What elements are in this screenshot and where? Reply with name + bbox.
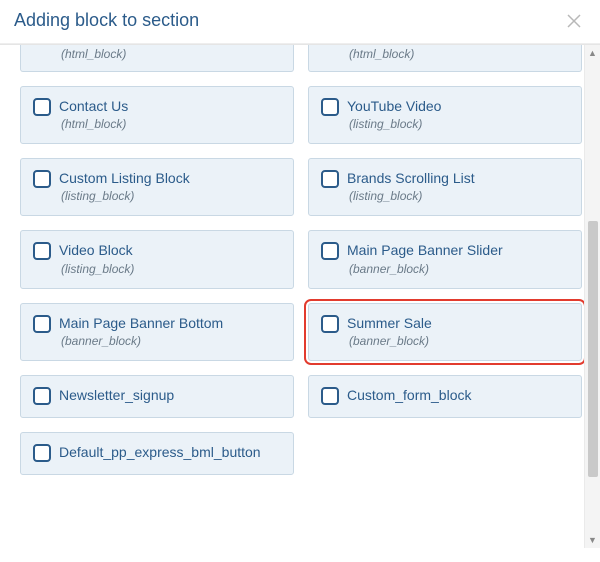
block-card[interactable]: (html_block) — [308, 45, 582, 72]
checkbox-icon[interactable] — [33, 170, 51, 188]
block-type: (listing_block) — [349, 117, 441, 131]
block-type: (banner_block) — [61, 334, 223, 348]
block-list-scroll: (html_block) (html_block) Contact Us (html_… — [0, 45, 584, 548]
checkbox-icon[interactable] — [33, 444, 51, 462]
block-card[interactable]: Custom_form_block — [308, 375, 582, 418]
block-text: Main Page Banner Slider (banner_block) — [347, 241, 503, 275]
block-text: (html_block) — [347, 45, 414, 61]
checkbox-icon[interactable] — [33, 242, 51, 260]
checkbox-icon[interactable] — [321, 98, 339, 116]
dialog-title: Adding block to section — [14, 10, 199, 31]
scrollbar-thumb[interactable] — [588, 221, 598, 477]
dialog-header: Adding block to section — [0, 0, 600, 44]
block-grid: (html_block) (html_block) Contact Us (html_… — [20, 45, 582, 475]
block-text: YouTube Video (listing_block) — [347, 97, 441, 131]
checkbox-icon[interactable] — [321, 242, 339, 260]
block-title: Brands Scrolling List — [347, 169, 475, 187]
block-title: Main Page Banner Slider — [347, 241, 503, 259]
scroll-down-icon[interactable]: ▼ — [585, 532, 600, 548]
block-title: Custom Listing Block — [59, 169, 190, 187]
block-title: Summer Sale — [347, 314, 432, 332]
block-type: (html_block) — [349, 47, 414, 61]
checkbox-icon[interactable] — [321, 387, 339, 405]
block-card[interactable]: Default_pp_express_bml_button — [20, 432, 294, 475]
block-title: Default_pp_express_bml_button — [59, 443, 261, 461]
block-text: Brands Scrolling List (listing_block) — [347, 169, 475, 203]
block-card[interactable]: (html_block) — [20, 45, 294, 72]
scroll-up-icon[interactable]: ▲ — [585, 45, 600, 61]
scrollbar[interactable]: ▲ ▼ — [584, 45, 600, 548]
block-card[interactable]: Video Block (listing_block) — [20, 230, 294, 288]
block-type: (listing_block) — [61, 262, 134, 276]
checkbox-icon[interactable] — [321, 170, 339, 188]
block-text: Summer Sale (banner_block) — [347, 314, 432, 348]
block-title: YouTube Video — [347, 97, 441, 115]
block-card[interactable]: Custom Listing Block (listing_block) — [20, 158, 294, 216]
block-text: Default_pp_express_bml_button — [59, 443, 261, 461]
block-title: Newsletter_signup — [59, 386, 174, 404]
block-text: Custom Listing Block (listing_block) — [59, 169, 190, 203]
block-text: Video Block (listing_block) — [59, 241, 134, 275]
block-text: Main Page Banner Bottom (banner_block) — [59, 314, 223, 348]
block-type: (html_block) — [61, 47, 126, 61]
block-type: (banner_block) — [349, 262, 503, 276]
block-card[interactable]: Main Page Banner Bottom (banner_block) — [20, 303, 294, 361]
block-card[interactable]: Contact Us (html_block) — [20, 86, 294, 144]
block-text: (html_block) — [59, 45, 126, 61]
block-type: (html_block) — [61, 117, 128, 131]
block-card[interactable]: Newsletter_signup — [20, 375, 294, 418]
checkbox-icon[interactable] — [33, 98, 51, 116]
block-title: Video Block — [59, 241, 134, 259]
checkbox-icon[interactable] — [33, 387, 51, 405]
block-text: Newsletter_signup — [59, 386, 174, 404]
block-title: Contact Us — [59, 97, 128, 115]
block-card[interactable]: Main Page Banner Slider (banner_block) — [308, 230, 582, 288]
block-type: (banner_block) — [349, 334, 432, 348]
checkbox-icon[interactable] — [33, 315, 51, 333]
block-title: Custom_form_block — [347, 386, 472, 404]
dialog-body: (html_block) (html_block) Contact Us (html_… — [0, 44, 600, 548]
block-title: Main Page Banner Bottom — [59, 314, 223, 332]
block-type: (listing_block) — [61, 189, 190, 203]
block-text: Contact Us (html_block) — [59, 97, 128, 131]
block-text: Custom_form_block — [347, 386, 472, 404]
block-card[interactable]: YouTube Video (listing_block) — [308, 86, 582, 144]
block-card[interactable]: Brands Scrolling List (listing_block) — [308, 158, 582, 216]
block-card[interactable]: Summer Sale (banner_block) — [308, 303, 582, 361]
block-type: (listing_block) — [349, 189, 475, 203]
checkbox-icon[interactable] — [321, 315, 339, 333]
close-icon[interactable] — [566, 13, 582, 29]
